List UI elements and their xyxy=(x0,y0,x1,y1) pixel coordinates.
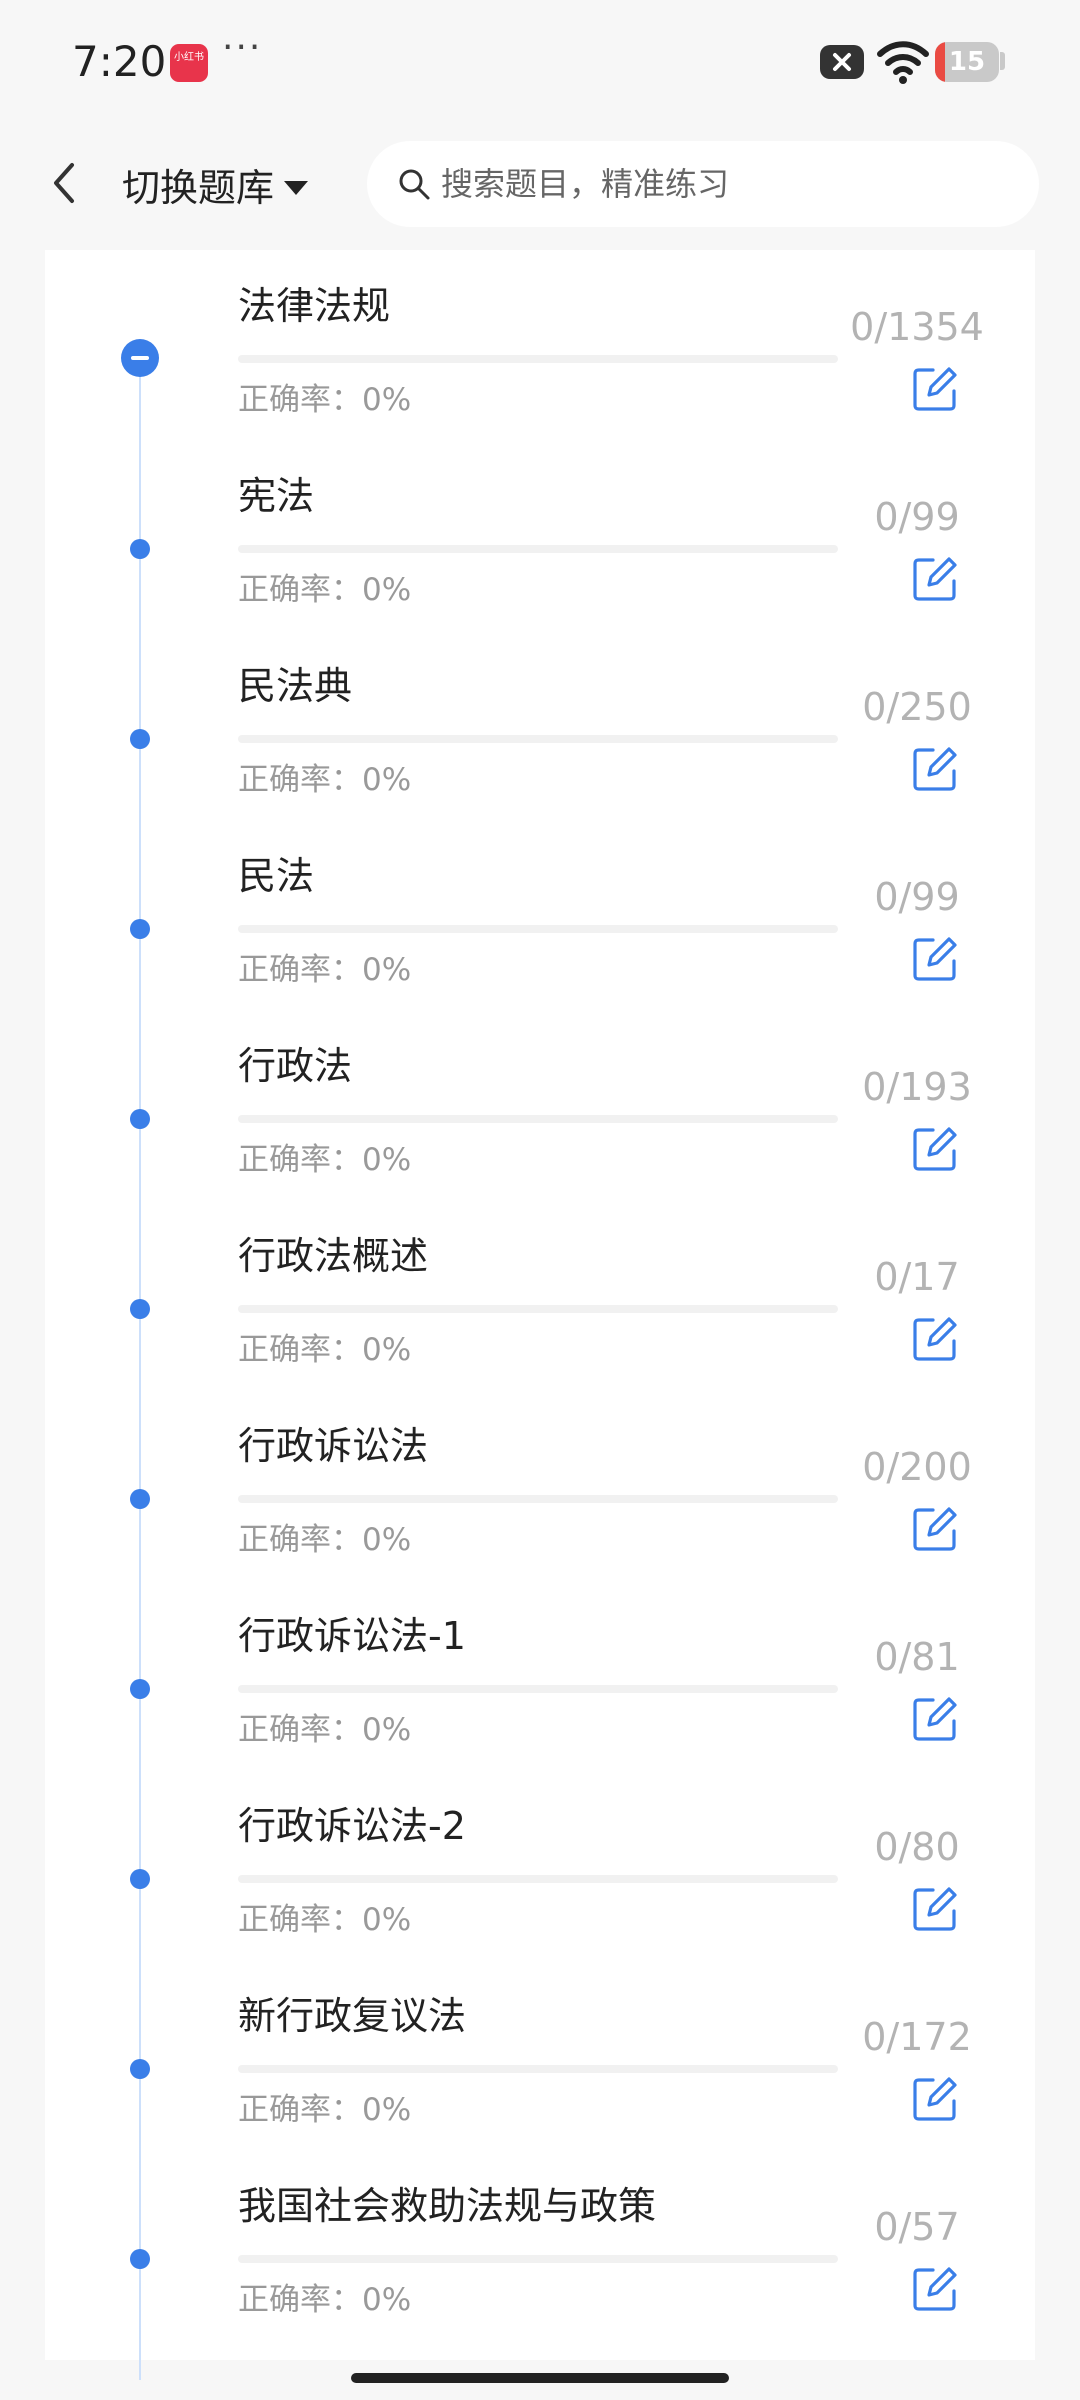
item-title: 行政法概述 xyxy=(238,1234,429,1278)
timeline-dot-icon xyxy=(130,919,150,939)
back-button[interactable] xyxy=(36,153,96,213)
progress-track xyxy=(238,355,838,363)
question-bank-list: 法律法规 正确率：0% 0/1354 宪法 正确率：0% 0/99 民法典 正确… xyxy=(45,250,1035,2380)
edit-icon[interactable] xyxy=(911,2073,961,2123)
battery-tip xyxy=(1000,52,1005,70)
edit-icon[interactable] xyxy=(911,1313,961,1363)
question-count: 0/17 xyxy=(874,1255,960,1299)
accuracy-text: 正确率：0% xyxy=(238,1332,412,1368)
accuracy-text: 正确率：0% xyxy=(238,952,412,988)
progress-track xyxy=(238,1875,838,1883)
question-count: 0/99 xyxy=(874,495,960,539)
list-item[interactable]: 民法典 正确率：0% 0/250 xyxy=(45,640,1035,830)
minus-circle-icon[interactable] xyxy=(121,339,159,377)
status-time: 7:20 xyxy=(72,37,167,86)
battery-icon: 15 xyxy=(935,42,999,82)
accuracy-text: 正确率：0% xyxy=(238,1712,412,1748)
list-item[interactable]: 行政诉讼法 正确率：0% 0/200 xyxy=(45,1400,1035,1590)
item-title: 民法典 xyxy=(238,664,353,708)
progress-track xyxy=(238,1115,838,1123)
screen: 7:20 小红书 ··· 15 切换题库 搜索题目，精准练习 法律法规 正确率：… xyxy=(0,0,1080,2400)
list-item[interactable]: 新行政复议法 正确率：0% 0/172 xyxy=(45,1970,1035,2160)
accuracy-text: 正确率：0% xyxy=(238,572,412,608)
list-item[interactable]: 法律法规 正确率：0% 0/1354 xyxy=(45,260,1035,450)
list-item[interactable]: 我国社会救助法规与政策 正确率：0% 0/57 xyxy=(45,2160,1035,2350)
switch-bank-label: 切换题库 xyxy=(122,166,275,210)
close-badge-icon xyxy=(820,45,864,79)
app-notification-icon: 小红书 xyxy=(170,44,208,82)
progress-track xyxy=(238,545,838,553)
edit-icon[interactable] xyxy=(911,1693,961,1743)
accuracy-text: 正确率：0% xyxy=(238,762,412,798)
edit-icon[interactable] xyxy=(911,1503,961,1553)
list-item[interactable]: 宪法 正确率：0% 0/99 xyxy=(45,450,1035,640)
edit-icon[interactable] xyxy=(911,363,961,413)
timeline-dot-icon xyxy=(130,1679,150,1699)
list-item[interactable]: 民法 正确率：0% 0/99 xyxy=(45,830,1035,1020)
status-bar: 7:20 小红书 ··· 15 xyxy=(0,0,1080,125)
edit-icon[interactable] xyxy=(911,2263,961,2313)
progress-track xyxy=(238,1495,838,1503)
progress-track xyxy=(238,1685,838,1693)
question-count: 0/193 xyxy=(862,1065,972,1109)
accuracy-text: 正确率：0% xyxy=(238,1522,412,1558)
question-count: 0/172 xyxy=(862,2015,972,2059)
accuracy-text: 正确率：0% xyxy=(238,1142,412,1178)
list-item[interactable]: 行政法 正确率：0% 0/193 xyxy=(45,1020,1035,1210)
progress-track xyxy=(238,2255,838,2263)
edit-icon[interactable] xyxy=(911,1883,961,1933)
progress-track xyxy=(238,735,838,743)
progress-track xyxy=(238,2065,838,2073)
battery-percent: 15 xyxy=(948,47,986,77)
question-count: 0/1354 xyxy=(850,305,984,349)
item-title: 行政诉讼法-2 xyxy=(238,1804,466,1848)
home-indicator[interactable] xyxy=(351,2373,729,2383)
accuracy-text: 正确率：0% xyxy=(238,2092,412,2128)
progress-track xyxy=(238,925,838,933)
timeline-dot-icon xyxy=(130,1869,150,1889)
item-title: 行政诉讼法-1 xyxy=(238,1614,466,1658)
timeline-dot-icon xyxy=(130,729,150,749)
edit-icon[interactable] xyxy=(911,553,961,603)
item-title: 宪法 xyxy=(238,474,315,518)
question-count: 0/200 xyxy=(862,1445,972,1489)
wifi-icon xyxy=(877,41,929,84)
list-item[interactable]: 行政诉讼法-1 正确率：0% 0/81 xyxy=(45,1590,1035,1780)
accuracy-text: 正确率：0% xyxy=(238,382,412,418)
timeline-dot-icon xyxy=(130,1489,150,1509)
timeline-dot-icon xyxy=(130,539,150,559)
accuracy-text: 正确率：0% xyxy=(238,1902,412,1938)
header: 切换题库 搜索题目，精准练习 xyxy=(0,125,1080,250)
question-count: 0/250 xyxy=(862,685,972,729)
list-item[interactable]: 行政法概述 正确率：0% 0/17 xyxy=(45,1210,1035,1400)
item-title: 我国社会救助法规与政策 xyxy=(238,2184,657,2228)
app-badge-text: 小红书 xyxy=(174,52,204,63)
edit-icon[interactable] xyxy=(911,933,961,983)
more-notifications-icon: ··· xyxy=(222,27,263,68)
search-placeholder: 搜索题目，精准练习 xyxy=(441,165,730,203)
question-count: 0/99 xyxy=(874,875,960,919)
timeline-dot-icon xyxy=(130,1109,150,1129)
timeline-dot-icon xyxy=(130,2249,150,2269)
question-count: 0/80 xyxy=(874,1825,960,1869)
question-count: 0/57 xyxy=(874,2205,960,2249)
search-input[interactable]: 搜索题目，精准练习 xyxy=(367,141,1039,227)
edit-icon[interactable] xyxy=(911,743,961,793)
item-title: 民法 xyxy=(238,854,315,898)
edit-icon[interactable] xyxy=(911,1123,961,1173)
switch-bank-dropdown[interactable]: 切换题库 xyxy=(122,156,310,220)
caret-down-icon xyxy=(284,181,309,195)
item-title: 行政法 xyxy=(238,1044,353,1088)
list-item[interactable]: 行政诉讼法-2 正确率：0% 0/80 xyxy=(45,1780,1035,1970)
item-title: 新行政复议法 xyxy=(238,1994,467,2038)
progress-track xyxy=(238,1305,838,1313)
item-title: 行政诉讼法 xyxy=(238,1424,429,1468)
timeline-dot-icon xyxy=(130,2059,150,2079)
search-icon xyxy=(399,169,430,200)
accuracy-text: 正确率：0% xyxy=(238,2282,412,2318)
question-count: 0/81 xyxy=(874,1635,960,1679)
timeline-dot-icon xyxy=(130,1299,150,1319)
item-title: 法律法规 xyxy=(238,284,391,328)
